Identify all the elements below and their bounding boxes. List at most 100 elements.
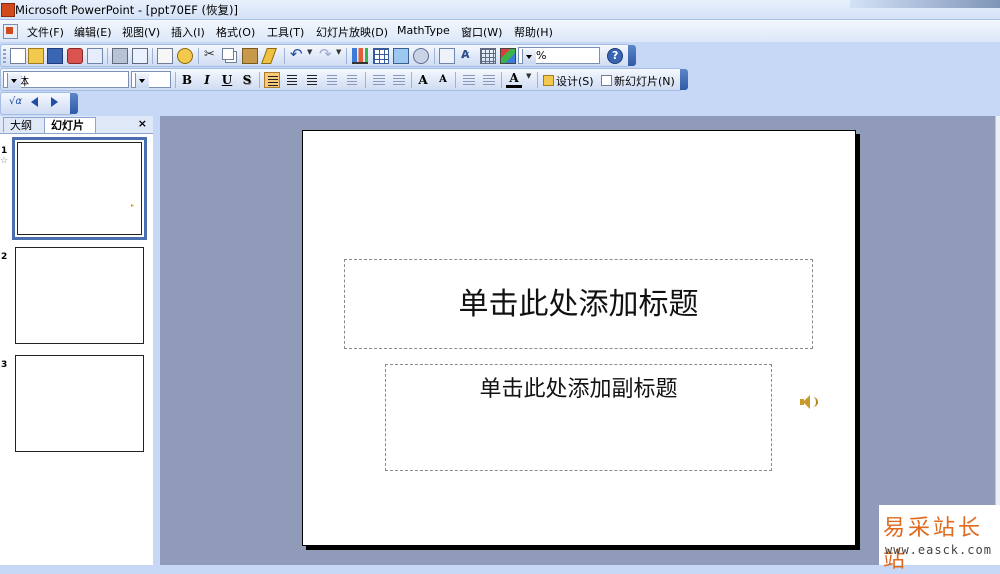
hyperlink-icon[interactable] (413, 48, 429, 64)
insert-picture-icon[interactable] (393, 48, 409, 64)
grid-icon[interactable] (480, 48, 496, 64)
bold-button[interactable]: B (179, 72, 195, 88)
vertical-scrollbar[interactable] (995, 116, 1000, 565)
close-icon[interactable]: × (138, 117, 147, 130)
undo-icon[interactable] (289, 45, 305, 64)
menu-tools[interactable]: 工具(T) (267, 24, 304, 40)
tab-outline[interactable]: 大纲 (3, 117, 47, 132)
toolbar-separator (434, 48, 435, 64)
font-combo[interactable]: 宋体 (3, 71, 129, 88)
spelling-icon[interactable] (157, 48, 173, 64)
watermark-text: 易采站长站 (883, 516, 984, 573)
font-color-button[interactable]: A (506, 72, 522, 88)
undo-dropdown-icon[interactable]: ▼ (307, 48, 312, 56)
toolbar-separator (365, 72, 366, 88)
new-slide-button[interactable]: 新幻灯片(N) (601, 73, 675, 89)
toolbar-grip[interactable] (3, 49, 6, 63)
watermark-url: www.easck.com (885, 543, 992, 557)
insert-chart-icon[interactable] (352, 48, 368, 64)
show-formatting-icon[interactable] (459, 48, 475, 64)
toolbar-separator (346, 48, 347, 64)
toolbar-separator (501, 72, 502, 88)
menu-window[interactable]: 窗口(W) (461, 24, 502, 40)
pane-tabs: 大纲 幻灯片 × (0, 116, 153, 134)
underline-button[interactable]: U (219, 72, 235, 88)
align-left-button[interactable] (264, 72, 280, 88)
permission-icon[interactable] (67, 48, 83, 64)
grow-font-button[interactable]: A (415, 72, 431, 88)
slide-thumbnail-3[interactable] (15, 355, 144, 452)
italic-button[interactable]: I (199, 72, 215, 88)
align-center-button[interactable] (284, 72, 300, 88)
redo-dropdown-icon[interactable]: ▼ (336, 48, 341, 56)
justify-button[interactable] (324, 72, 340, 88)
slide-number: 3 (1, 360, 8, 370)
slide-thumbnail-2[interactable] (15, 247, 144, 344)
email-icon[interactable] (87, 48, 103, 64)
font-color-dropdown-icon[interactable]: ▼ (526, 72, 531, 80)
toolbar-separator (455, 72, 456, 88)
title-placeholder[interactable]: 单击此处添加标题 (344, 259, 813, 349)
color-grayscale-icon[interactable] (500, 48, 516, 64)
toolbar-options-icon[interactable] (680, 69, 688, 90)
slide-number: 2 (1, 252, 8, 262)
toolbar-options-icon[interactable] (70, 93, 78, 114)
help-icon[interactable] (607, 48, 623, 64)
redo-icon[interactable] (318, 45, 334, 64)
font-dropdown-icon[interactable] (7, 73, 21, 88)
cut-icon[interactable] (203, 47, 219, 64)
menu-view[interactable]: 视图(V) (122, 24, 160, 40)
toolbar-separator (537, 72, 538, 88)
shadow-button[interactable]: S (239, 72, 255, 88)
new-icon[interactable] (10, 48, 26, 64)
menu-slideshow[interactable]: 幻灯片放映(D) (316, 24, 388, 40)
toolbar-separator (107, 48, 108, 64)
tab-slides[interactable]: 幻灯片 (44, 117, 96, 133)
previous-icon[interactable] (31, 97, 38, 107)
print-icon[interactable] (112, 48, 128, 64)
zoom-combo[interactable]: 60% (518, 47, 600, 64)
increase-indent-icon[interactable] (481, 72, 497, 88)
mathtype-equation-icon[interactable]: √α (9, 96, 22, 107)
next-icon[interactable] (51, 97, 58, 107)
menu-format[interactable]: 格式(O) (216, 24, 255, 40)
distributed-align-button[interactable] (344, 72, 360, 88)
insert-table-icon[interactable] (373, 48, 389, 64)
document-icon[interactable] (3, 24, 18, 39)
bullets-icon[interactable] (391, 72, 407, 88)
menu-file[interactable]: 文件(F) (27, 24, 64, 40)
copy-icon[interactable] (222, 48, 234, 60)
research-icon[interactable] (177, 48, 193, 64)
menu-help[interactable]: 帮助(H) (514, 24, 553, 40)
standard-toolbar: ▼ ▼ 60% (0, 44, 636, 67)
design-button[interactable]: 设计(S) (543, 73, 594, 89)
toolbar-separator (259, 72, 260, 88)
title-bar: Microsoft PowerPoint - [ppt70EF (恢复)] (0, 0, 1000, 20)
expand-all-icon[interactable] (439, 48, 455, 64)
new-slide-label: 新幻灯片(N) (614, 75, 675, 88)
align-right-button[interactable] (304, 72, 320, 88)
subtitle-placeholder[interactable]: 单击此处添加副标题 (385, 364, 772, 471)
menu-edit[interactable]: 编辑(E) (74, 24, 112, 40)
speaker-icon[interactable] (800, 394, 818, 410)
slide-thumbnail-1[interactable]: ▸ (12, 137, 147, 240)
format-painter-icon[interactable] (261, 48, 277, 64)
open-icon[interactable] (28, 48, 44, 64)
save-icon[interactable] (47, 48, 63, 64)
toolbar-separator (152, 48, 153, 64)
menu-bar: 文件(F) 编辑(E) 视图(V) 插入(I) 格式(O) 工具(T) 幻灯片放… (0, 20, 1000, 42)
print-preview-icon[interactable] (132, 48, 148, 64)
toolbar-separator (175, 72, 176, 88)
powerpoint-icon[interactable] (1, 3, 15, 17)
font-size-combo[interactable]: 18 (131, 71, 171, 88)
toolbar-options-icon[interactable] (628, 45, 636, 66)
menu-mathtype[interactable]: MathType (397, 24, 450, 37)
pane-splitter[interactable] (153, 116, 160, 565)
font-size-dropdown-icon[interactable] (135, 73, 149, 88)
paste-icon[interactable] (242, 48, 258, 64)
numbering-icon[interactable] (371, 72, 387, 88)
zoom-dropdown-icon[interactable] (522, 49, 536, 64)
menu-insert[interactable]: 插入(I) (171, 24, 205, 40)
decrease-indent-icon[interactable] (461, 72, 477, 88)
shrink-font-button[interactable]: A (435, 72, 451, 88)
